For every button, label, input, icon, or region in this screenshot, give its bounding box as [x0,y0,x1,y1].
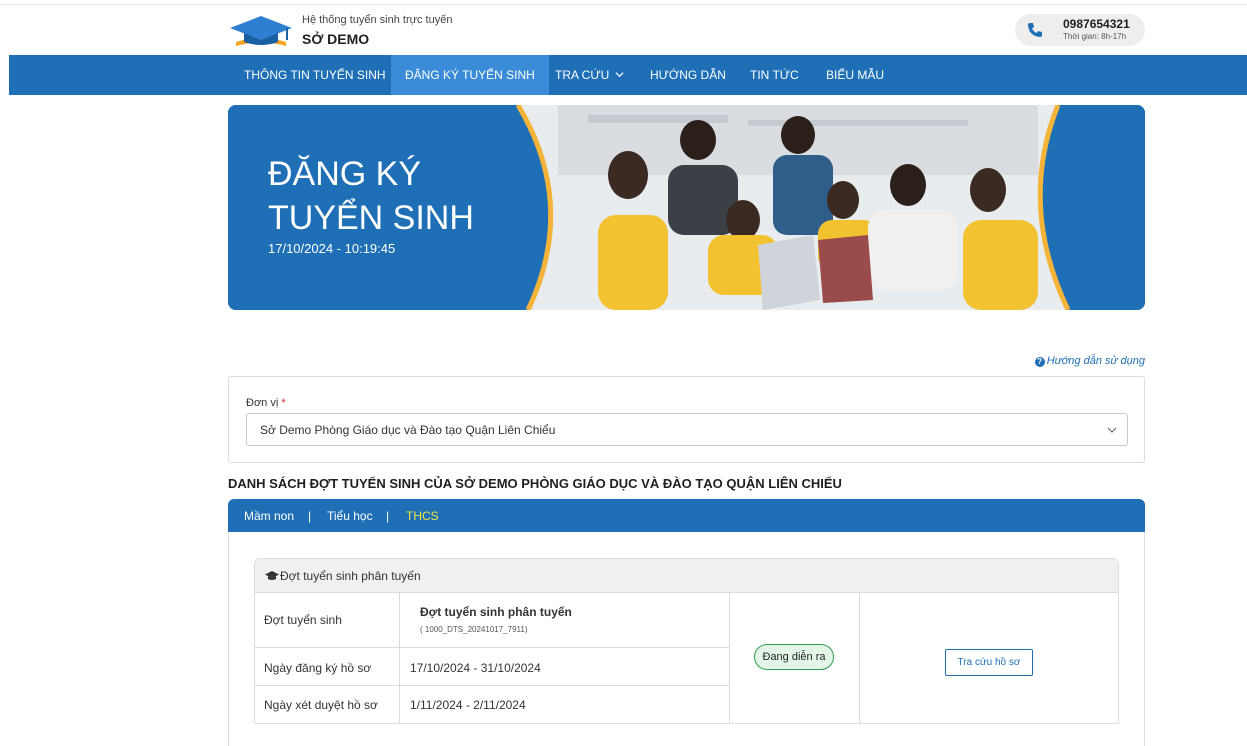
tab-tieu-hoc[interactable]: Tiểu học [327,509,373,523]
round-card: Đợt tuyển sinh phân tuyến Đợt tuyển sinh… [254,558,1119,724]
help-link[interactable]: ? Hướng dẫn sử dụng [1034,355,1145,367]
graduation-cap-icon [265,571,279,580]
register-dates-label: Ngày đăng ký hồ sơ [264,661,372,675]
round-card-header: Đợt tuyển sinh phân tuyến [255,559,1118,593]
banner-title-line2: TUYỂN SINH [268,199,474,237]
top-divider [0,4,1247,5]
tab-mam-non[interactable]: Mầm non [244,509,294,523]
site-subtitle: Hệ thống tuyển sinh trực tuyến [302,14,453,26]
table-divider [859,593,860,724]
nav-item-thong-tin-tuyen-sinh[interactable]: THÔNG TIN TUYỂN SINH [235,55,395,95]
hero-banner: ĐĂNG KÝ TUYỂN SINH 17/10/2024 - 10:19:45 [228,105,1145,310]
review-dates-value: 1/11/2024 - 2/11/2024 [410,698,526,712]
chevron-down-icon [1107,427,1117,433]
nav-item-bieu-mau[interactable]: BIỂU MẪU [826,55,884,95]
unit-label: Đơn vị * [246,397,286,409]
tab-separator: | [308,509,312,523]
unit-select-card: Đơn vị * Sở Demo Phòng Giáo dục và Đào t… [228,376,1145,463]
banner-datetime: 17/10/2024 - 10:19:45 [268,241,396,256]
round-code: ( 1000_DTS_20241017_7911) [420,625,528,634]
required-mark: * [281,397,286,409]
round-label: Đợt tuyển sinh [264,613,342,627]
banner-title-line1: ĐĂNG KÝ [268,155,422,193]
tab-thcs[interactable]: THCS [406,509,439,523]
main-navbar: THÔNG TIN TUYỂN SINH ĐĂNG KÝ TUYỂN SINH … [9,55,1247,95]
graduation-cap-logo-icon[interactable] [228,12,294,52]
nav-item-huong-dan[interactable]: HƯỚNG DẪN [650,55,726,95]
hotline-hours: Thời gian: 8h-17h [1063,32,1127,41]
site-header: Hệ thống tuyển sinh trực tuyến SỞ DEMO 0… [228,8,1145,54]
table-divider [729,593,730,724]
unit-select-value: Sở Demo Phòng Giáo dục và Đào tạo Quận L… [260,423,556,437]
phone-icon [1028,23,1042,37]
site-title: SỞ DEMO [302,31,370,47]
register-dates-value: 17/10/2024 - 31/10/2024 [410,661,541,675]
hotline-box[interactable]: 0987654321 Thời gian: 8h-17h [1015,14,1145,46]
round-list-title: DANH SÁCH ĐỢT TUYỂN SINH CỦA SỞ DEMO PHÒ… [228,476,842,491]
round-card-title: Đợt tuyển sinh phân tuyến [280,569,421,583]
chevron-down-icon [615,72,624,78]
level-tabbar: Mầm non | Tiểu học | THCS [228,499,1145,532]
review-dates-label: Ngày xét duyệt hồ sơ [264,698,378,712]
question-circle-icon: ? [1034,357,1045,367]
tab-separator: | [386,509,390,523]
nav-item-tin-tuc[interactable]: TIN TỨC [750,55,799,95]
hotline-number: 0987654321 [1063,17,1130,31]
unit-select[interactable]: Sở Demo Phòng Giáo dục và Đào tạo Quận L… [246,413,1128,446]
lookup-profile-button[interactable]: Tra cứu hồ sơ [945,649,1033,676]
nav-item-tra-cuu[interactable]: TRA CỨU [555,55,624,95]
nav-item-dang-ky-tuyen-sinh[interactable]: ĐĂNG KÝ TUYỂN SINH [391,55,549,95]
round-name: Đợt tuyển sinh phân tuyến [420,605,572,619]
status-badge: Đang diễn ra [754,644,834,670]
